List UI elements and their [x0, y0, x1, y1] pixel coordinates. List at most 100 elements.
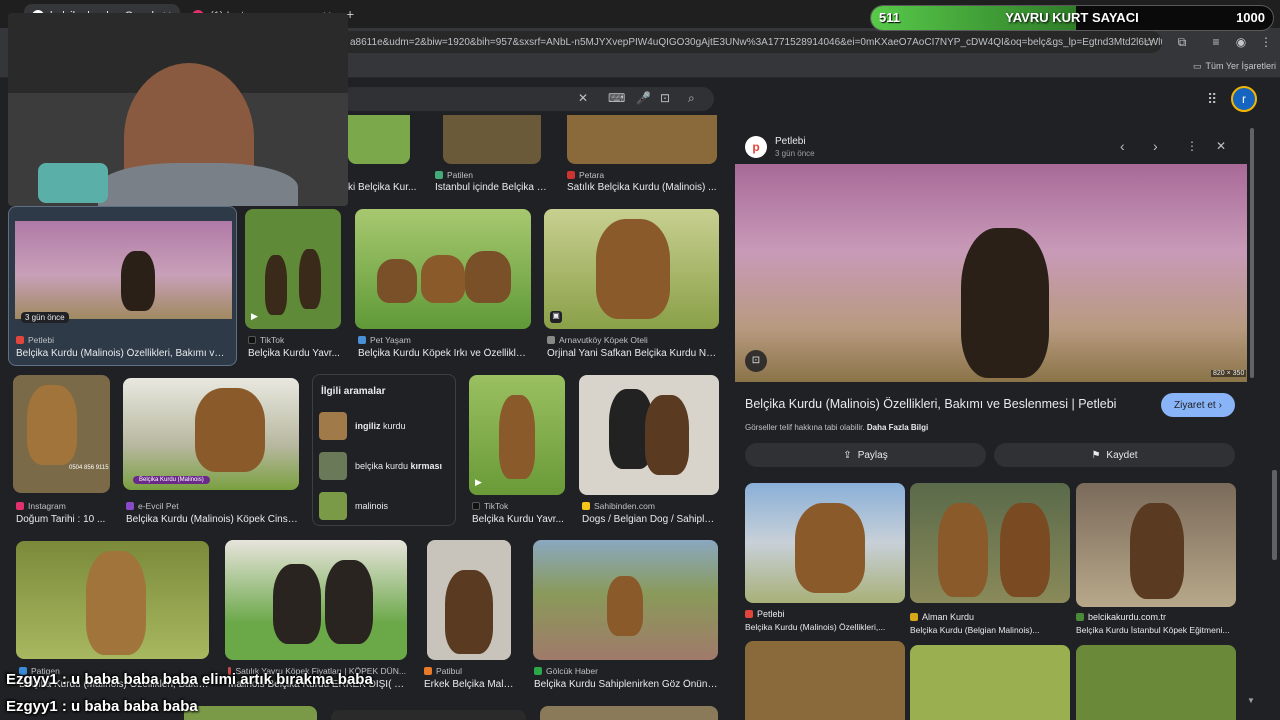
result-caption[interactable]: İstanbul içinde Belçika K... — [435, 182, 550, 193]
apps-grid-icon[interactable]: ⠿ — [1207, 91, 1217, 108]
scroll-down-icon[interactable]: ▼ — [1247, 696, 1255, 705]
media-icon[interactable]: ≡ — [1208, 34, 1224, 50]
result-source: Pet Yaşam — [358, 335, 411, 345]
result-image[interactable] — [540, 706, 718, 720]
save-label: Kaydet — [1106, 449, 1138, 461]
result-image[interactable] — [427, 540, 511, 660]
folder-icon: ▭ — [1193, 61, 1202, 71]
chevron-right-icon: › — [1218, 399, 1223, 411]
result-caption[interactable]: Belçika Kurdu Yavr... — [248, 348, 340, 359]
related-caption[interactable]: Belçika Kurdu (Belgian Malinois)... — [910, 625, 1070, 635]
lens-icon[interactable]: ⊡ — [660, 91, 670, 105]
search-icon[interactable]: ⌕ — [688, 91, 695, 106]
share-button[interactable]: ⇪ Paylaş — [745, 443, 986, 467]
visit-label: Ziyaret et — [1173, 399, 1216, 411]
close-icon[interactable]: ✕ — [1216, 139, 1226, 153]
related-item-belcika-kurdu-kirmasi[interactable]: belçika kurdu kırması — [319, 449, 449, 483]
save-button[interactable]: ⚑ Kaydet — [994, 443, 1235, 467]
petlebi-logo-icon: p — [745, 136, 767, 158]
result-caption[interactable]: Doğum Tarihi : 10 ... — [16, 514, 110, 525]
panel-source[interactable]: Petlebi — [775, 136, 806, 147]
more-options-icon[interactable]: ⋮ — [1186, 139, 1198, 153]
related-caption[interactable]: Belçika Kurdu İstanbul Köpek Eğitmeni... — [1076, 625, 1236, 635]
microphone-icon[interactable]: 🎤 — [636, 91, 651, 105]
chat-message: Ezgyy1 : u baba baba baba elimi artık bı… — [6, 671, 373, 688]
result-caption[interactable]: Belçika Kurdu Sahiplenirken Göz Önünd... — [534, 679, 718, 690]
result-caption[interactable]: Belçika Kurdu Köpek Irkı ve Özellikler..… — [358, 348, 530, 359]
avatar[interactable]: r — [1231, 86, 1257, 112]
dog-shape — [1000, 503, 1050, 597]
result-source: Petara — [567, 170, 604, 180]
result-caption[interactable]: Erkek Belçika Mali... — [424, 679, 514, 690]
visit-button[interactable]: Ziyaret et › — [1161, 393, 1235, 417]
related-item-ingiliz-kurdu[interactable]: ingiliz kurdu — [319, 409, 449, 443]
result-image — [15, 221, 232, 319]
related-caption[interactable]: Belçika Kurdu (Malinois) Özellikleri,... — [745, 622, 905, 632]
related-image[interactable] — [910, 483, 1070, 603]
profile-icon[interactable]: ◉ — [1233, 34, 1249, 50]
result-image[interactable] — [533, 540, 718, 660]
result-image[interactable] — [16, 541, 209, 659]
panel-scrollbar[interactable] — [1250, 128, 1254, 378]
next-icon[interactable]: › — [1153, 138, 1158, 154]
result-caption[interactable]: Belçika Kurdu (Malinois) Özellikleri, Ba… — [16, 348, 228, 359]
result-image[interactable]: ▶ — [469, 375, 565, 495]
more-info-link[interactable]: Daha Fazla Bilgi — [867, 423, 928, 432]
share-label: Paylaş — [857, 449, 888, 461]
result-caption[interactable]: Satılık Belçika Kurdu (Malinois) ... — [567, 182, 717, 193]
copyright-notice: Görseller telif hakkına tabi olabilir. D… — [745, 423, 928, 432]
result-source: Arnavutköy Köpek Oteli — [547, 335, 648, 345]
panel-title[interactable]: Belçika Kurdu (Malinois) Özellikleri, Ba… — [745, 397, 1145, 411]
result-image[interactable] — [225, 540, 407, 660]
search-box[interactable] — [340, 87, 714, 111]
address-bar[interactable]: a8611e&udm=2&biw=1920&bih=957&sxsrf=ANbL… — [340, 31, 1162, 53]
result-caption[interactable]: Orjinal Yani Safkan Belçika Kurdu Na... — [547, 348, 717, 359]
bookmarks-label: Tüm Yer İşaretleri — [1205, 61, 1277, 71]
menu-icon[interactable]: ⋮ — [1258, 34, 1274, 50]
clear-icon[interactable]: ✕ — [578, 91, 588, 105]
related-thumb — [319, 412, 347, 440]
related-source: Alman Kurdu — [910, 612, 974, 622]
lens-icon[interactable]: ⊡ — [745, 350, 767, 372]
related-source: Petlebi — [745, 609, 785, 619]
extensions-icon[interactable]: ⧉ — [1174, 34, 1190, 50]
keyboard-icon[interactable]: ⌨ — [608, 91, 625, 105]
video-play-icon: ▶ — [475, 477, 482, 487]
preview-image[interactable]: 820 × 350 ⊡ — [735, 164, 1247, 382]
related-image[interactable] — [1076, 483, 1236, 607]
result-source: Instagram — [16, 501, 66, 511]
result-source: Sahibinden.com — [582, 501, 655, 511]
result-caption[interactable]: Dogs / Belgian Dog / Sahiple... — [582, 514, 718, 525]
dog-shape — [961, 228, 1049, 378]
result-image[interactable] — [443, 115, 541, 164]
related-image[interactable] — [745, 483, 905, 603]
bookmark-icon: ⚑ — [1091, 449, 1101, 461]
related-image[interactable] — [745, 641, 905, 720]
all-bookmarks[interactable]: ▭ Tüm Yer İşaretleri — [1193, 61, 1276, 72]
page-scrollbar[interactable] — [1272, 470, 1277, 560]
result-image[interactable] — [184, 706, 317, 720]
related-image[interactable] — [1076, 645, 1236, 720]
result-image[interactable]: 0504 856 9115 — [13, 375, 110, 493]
bookmark-star-icon[interactable]: ☆ — [1141, 34, 1157, 50]
result-source: TikTok — [248, 335, 284, 345]
result-image[interactable] — [331, 710, 526, 720]
result-image[interactable] — [567, 115, 717, 164]
result-image[interactable] — [348, 115, 410, 164]
previous-icon[interactable]: ‹ — [1120, 138, 1125, 154]
dog-shape — [377, 259, 417, 303]
result-caption[interactable]: Belçika Kurdu (Malinois) Köpek Cinsi ... — [126, 514, 298, 525]
result-image[interactable]: ▶ — [245, 209, 341, 329]
related-image[interactable] — [910, 645, 1070, 720]
result-caption[interactable]: ki Belçika Kur... — [348, 182, 418, 193]
result-image[interactable]: Belçika Kurdu (Malinois) — [123, 378, 299, 490]
dog-shape — [265, 255, 287, 315]
result-image[interactable]: ▣ — [544, 209, 719, 329]
result-caption[interactable]: Belçika Kurdu Yavr... — [472, 514, 564, 525]
result-image[interactable] — [355, 209, 531, 329]
counter-label: YAVRU KURT SAYACI — [1005, 10, 1139, 25]
result-image[interactable] — [579, 375, 719, 495]
related-searches: İlgili aramalar ingiliz kurdu belçika ku… — [312, 374, 456, 526]
dog-shape — [27, 385, 77, 465]
related-item-malinois[interactable]: malinois — [319, 489, 449, 523]
